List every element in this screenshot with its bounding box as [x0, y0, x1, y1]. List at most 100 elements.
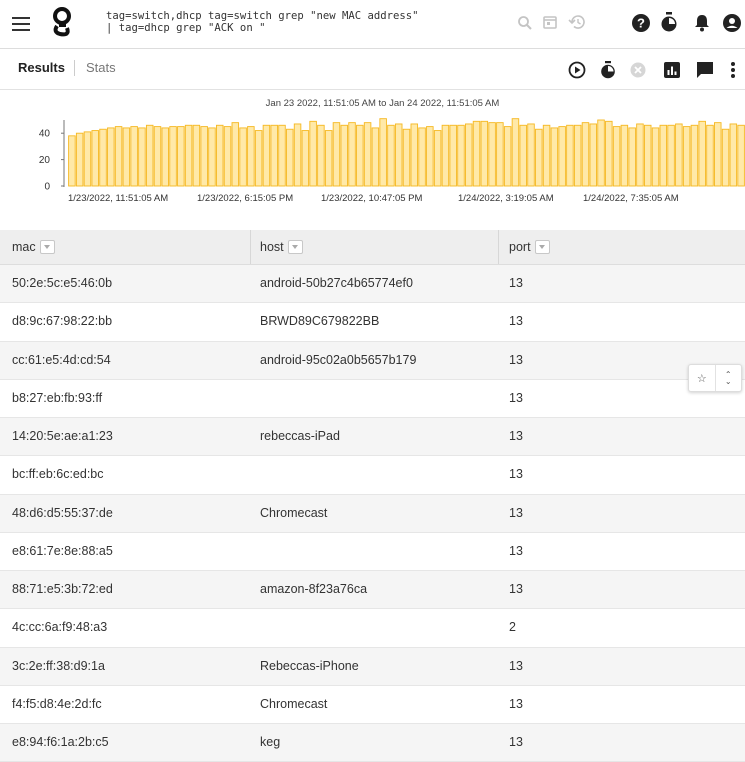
histogram-bar — [153, 126, 162, 187]
x-tick-label: 1/24/2022, 3:19:05 AM — [458, 193, 554, 204]
histogram-bar — [356, 124, 364, 187]
timer-icon[interactable] — [597, 59, 619, 81]
histogram-bar — [192, 124, 201, 187]
tab-divider — [74, 60, 75, 76]
cancel-icon[interactable] — [627, 59, 649, 81]
table-row[interactable]: b8:27:eb:fb:93:ff 13 — [0, 379, 745, 418]
histogram-bar — [215, 124, 224, 187]
message-icon[interactable] — [694, 59, 716, 81]
star-icon[interactable]: ☆ — [689, 365, 715, 391]
histogram-bar — [75, 132, 84, 187]
x-tick-label: 1/23/2022, 11:51:05 AM — [68, 193, 168, 204]
histogram-bar — [714, 122, 722, 187]
table-row[interactable]: 4c:cc:6a:f9:48:a3 2 — [0, 609, 745, 648]
column-header-mac[interactable]: mac — [12, 240, 55, 254]
cell-mac: 48:d6:d5:55:37:de — [12, 505, 113, 520]
column-divider[interactable] — [250, 230, 251, 264]
table-row[interactable]: 3c:2e:ff:38:d9:1a Rebeccas-iPhone 13 — [0, 647, 745, 686]
table-row[interactable]: 14:20:5e:ae:a1:23 rebeccas-iPad 13 — [0, 418, 745, 457]
account-icon[interactable] — [721, 12, 743, 34]
table-row[interactable]: 50:2e:5c:e5:46:0b android-50b27c4b65774ef… — [0, 265, 745, 304]
help-icon[interactable]: ? — [630, 12, 652, 34]
cell-mac: e8:61:7e:8e:88:a5 — [12, 543, 113, 558]
histogram-bar — [441, 124, 450, 187]
histogram-bar — [145, 124, 154, 187]
table-row[interactable]: 88:71:e5:3b:72:ed amazon-8f23a76ca 13 — [0, 571, 745, 610]
table-row[interactable]: cc:61:e5:4d:cd:54 android-95c02a0b5657b17… — [0, 341, 745, 380]
filter-dropdown-icon[interactable] — [287, 240, 303, 254]
histogram-bar — [247, 126, 255, 187]
histogram-bar — [721, 128, 730, 187]
tab-results[interactable]: Results — [18, 60, 65, 75]
history-icon[interactable] — [566, 12, 588, 32]
table-header: mac host port — [0, 230, 745, 265]
histogram-bar — [636, 123, 644, 187]
histogram-bar — [550, 127, 559, 187]
y-tick-label: 40 — [39, 129, 51, 140]
histogram-bar — [527, 123, 535, 187]
histogram-bar — [651, 127, 660, 187]
cell-host: keg — [260, 735, 281, 749]
chart-icon[interactable] — [661, 59, 683, 81]
cell-mac: f4:f5:d8:4e:2d:fc — [12, 696, 102, 711]
column-header-label: host — [260, 240, 284, 254]
histogram-bar — [418, 127, 426, 187]
x-tick-label: 1/23/2022, 6:15:05 PM — [197, 193, 293, 204]
histogram-bar — [107, 127, 115, 187]
x-tick-label: 1/24/2022, 7:35:05 AM — [583, 193, 679, 204]
column-header-label: mac — [12, 240, 36, 254]
histogram-bar — [612, 126, 621, 187]
more-icon[interactable] — [726, 59, 740, 81]
histogram-bar — [433, 130, 442, 187]
histogram-bar — [122, 127, 131, 187]
table-row[interactable]: e8:94:f6:1a:2b:c5 keg 13 — [0, 724, 745, 762]
bell-icon[interactable] — [692, 12, 712, 34]
table-row[interactable]: bc:ff:eb:6c:ed:bc 13 — [0, 456, 745, 495]
table-row[interactable]: e8:61:7e:8e:88:a5 13 — [0, 532, 745, 571]
histogram-bar — [573, 124, 582, 187]
logo-icon[interactable] — [50, 4, 74, 44]
histogram-bar — [682, 126, 691, 187]
histogram-bar — [620, 124, 629, 187]
cell-mac: 3c:2e:ff:38:d9:1a — [12, 658, 105, 673]
histogram-bar — [161, 127, 170, 187]
histogram-bar — [363, 122, 372, 187]
table-row[interactable]: d8:9c:67:98:22:bb BRWD89C679822BB 13 — [0, 303, 745, 342]
histogram-bar — [239, 127, 247, 187]
filter-dropdown-icon[interactable] — [534, 240, 550, 254]
histogram-chart: Jan 23 2022, 11:51:05 AM to Jan 24 2022,… — [0, 90, 745, 230]
histogram-svg[interactable]: 40 20 0 1/23/2022, 11:51:05 AM 1/23/2022, 6:… — [0, 90, 745, 230]
query-input[interactable]: tag=switch,dhcp tag=switch grep "new MAC… — [106, 10, 419, 34]
table-row[interactable]: 48:d6:d5:55:37:de Chromecast 13 — [0, 494, 745, 533]
table-row[interactable]: f4:f5:d8:4e:2d:fc Chromecast 13 — [0, 685, 745, 724]
histogram-bar — [472, 120, 481, 187]
column-divider[interactable] — [498, 230, 499, 264]
histogram-bar — [659, 124, 668, 187]
calendar-icon[interactable] — [540, 12, 560, 32]
histogram-bar — [371, 127, 380, 187]
histogram-bar — [698, 120, 706, 187]
histogram-bar — [581, 122, 590, 187]
cell-mac: 4c:cc:6a:f9:48:a3 — [12, 620, 108, 635]
tab-stats[interactable]: Stats — [86, 60, 116, 75]
histogram-bar — [496, 122, 504, 187]
play-icon[interactable] — [566, 59, 588, 81]
search-icon[interactable] — [515, 13, 535, 33]
cell-mac: e8:94:f6:1a:2b:c5 — [12, 735, 109, 749]
filter-dropdown-icon[interactable] — [39, 240, 55, 254]
row-tools: ☆ ⌃ ⌄ — [688, 364, 742, 392]
cell-port: 13 — [509, 390, 523, 405]
cell-port: 13 — [509, 735, 523, 749]
column-header-host[interactable]: host — [260, 240, 303, 254]
expand-icon[interactable]: ⌃ ⌄ — [714, 365, 742, 391]
timer-icon[interactable] — [659, 11, 679, 33]
menu-icon[interactable] — [6, 9, 36, 39]
cell-port: 13 — [509, 352, 523, 367]
cell-host: android-95c02a0b5657b179 — [260, 352, 417, 367]
svg-text:?: ? — [637, 16, 645, 31]
histogram-bar — [511, 118, 520, 187]
histogram-bar — [340, 124, 348, 187]
column-header-port[interactable]: port — [509, 240, 550, 254]
histogram-bar — [643, 124, 652, 187]
histogram-bar — [324, 130, 333, 187]
